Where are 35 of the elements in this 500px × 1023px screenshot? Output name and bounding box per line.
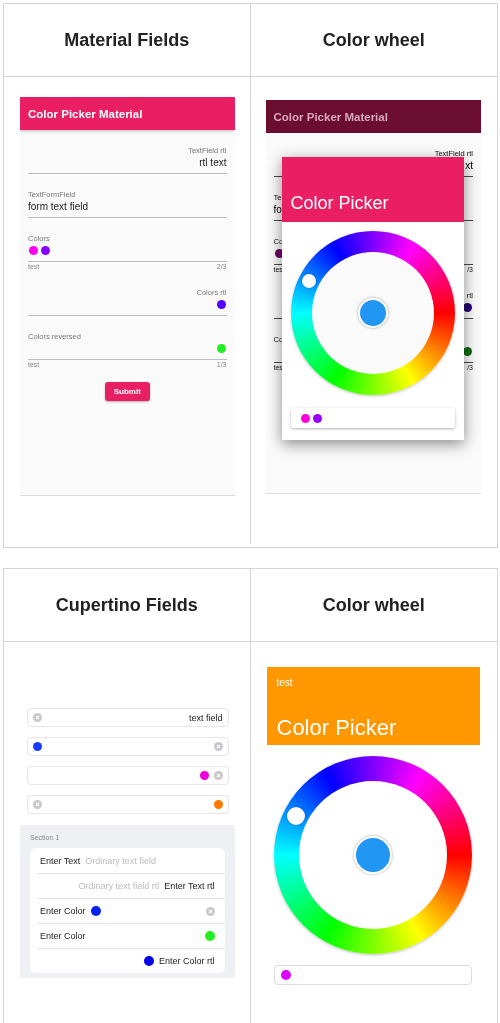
picker-subtitle: test: [276, 677, 294, 688]
placeholder-text: Ordinary text field rtl: [78, 881, 160, 891]
hue-handle[interactable]: [301, 274, 316, 288]
column-header: Material Fields: [64, 29, 190, 51]
field-label: Enter Color rtl: [158, 956, 215, 966]
picker-title: Color Picker: [276, 715, 398, 741]
column-header: Cupertino Fields: [55, 594, 198, 616]
field-value: fo: [273, 203, 282, 216]
field-value: text field: [188, 712, 223, 723]
clear-icon[interactable]: [33, 713, 42, 722]
field-label: Enter Text: [40, 855, 81, 866]
clear-icon[interactable]: [213, 771, 223, 780]
field-label: Enter Text rtl: [164, 881, 215, 891]
text-field[interactable]: text field: [27, 708, 229, 727]
hue-handle[interactable]: [286, 807, 305, 826]
text-field[interactable]: [27, 795, 229, 814]
field-label: Enter Color: [40, 906, 86, 916]
app-bar-title: Color Picker Material: [28, 107, 143, 120]
clear-icon[interactable]: [33, 800, 42, 809]
text-field[interactable]: [27, 766, 229, 785]
color-chips-field[interactable]: [274, 965, 473, 985]
dialog-title: Color Picker: [289, 193, 389, 215]
app-bar-title: Color Picker Material: [273, 110, 388, 123]
text-field[interactable]: [27, 737, 229, 756]
field-value: xt: [465, 159, 473, 172]
clear-icon[interactable]: [213, 742, 223, 751]
color-chips-field[interactable]: [290, 408, 455, 428]
submit-button[interactable]: Submit: [104, 382, 150, 401]
field-value: form text field: [28, 200, 89, 213]
column-header: Color wheel: [322, 594, 425, 616]
field-value: rtl text: [199, 156, 227, 169]
clear-icon[interactable]: [205, 906, 215, 916]
placeholder-text: Ordinary text field: [85, 855, 156, 866]
column-header: Color wheel: [322, 29, 425, 51]
field-label: Enter Color: [40, 931, 86, 941]
